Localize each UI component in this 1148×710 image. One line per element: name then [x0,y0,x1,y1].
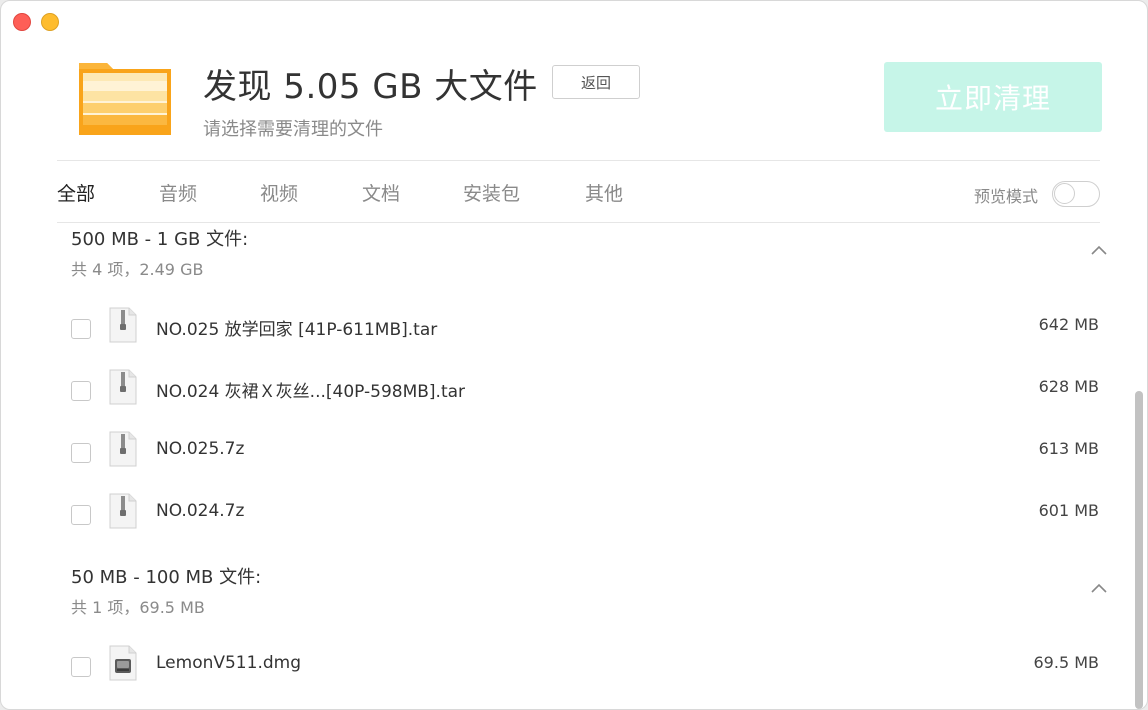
list-item: LemonV511.dmg 69.5 MB [1,643,1147,693]
file-size: 628 MB [1038,377,1099,396]
archive-file-icon [109,431,137,467]
archive-file-icon [109,369,137,405]
file-size: 613 MB [1038,439,1099,458]
list-item: NO.024 灰裙Ｘ灰丝...[40P-598MB].tar 628 MB [1,367,1147,417]
back-button[interactable]: 返回 [552,65,640,99]
tab-audio[interactable]: 音频 [159,179,197,206]
file-checkbox[interactable] [71,443,91,463]
app-window: 发现 5.05 GB 大文件 请选择需要清理的文件 返回 立即清理 全部 音频 … [0,0,1148,710]
toggle-knob [1054,183,1075,204]
file-name: LemonV511.dmg [156,653,301,673]
file-name: NO.025.7z [156,439,245,459]
clean-now-button[interactable]: 立即清理 [884,62,1102,132]
file-name: NO.024.7z [156,501,245,521]
tab-documents[interactable]: 文档 [362,179,400,206]
list-item: NO.025 放学回家 [41P-611MB].tar 642 MB [1,305,1147,355]
disk-image-file-icon [109,645,137,681]
list-item: NO.024.7z 601 MB [1,491,1147,541]
file-name: NO.024 灰裙Ｘ灰丝...[40P-598MB].tar [156,382,466,402]
tab-all[interactable]: 全部 [57,179,95,206]
tab-other[interactable]: 其他 [585,179,623,206]
archive-file-icon [109,493,137,529]
file-size: 601 MB [1038,501,1099,520]
file-checkbox[interactable] [71,657,91,677]
file-name: NO.025 放学回家 [41P-611MB].tar [156,320,438,340]
category-tabs: 全部 音频 视频 文档 安装包 其他 预览模式 [57,161,1102,223]
file-size: 69.5 MB [1033,653,1100,672]
page-title: 发现 5.05 GB 大文件 [203,67,538,107]
page-subtitle: 请选择需要清理的文件 [203,119,383,140]
preview-mode-label: 预览模式 [973,187,1038,206]
file-checkbox[interactable] [71,505,91,525]
preview-mode-toggle[interactable] [1052,181,1100,207]
group-summary: 共 4 项，2.49 GB [71,260,204,279]
file-list: 500 MB - 1 GB 文件: 共 4 项，2.49 GB NO.025 放… [1,223,1147,709]
tab-installers[interactable]: 安装包 [463,179,520,206]
file-checkbox[interactable] [71,381,91,401]
list-item: NO.025.7z 613 MB [1,429,1147,479]
chevron-up-icon[interactable] [1089,243,1109,257]
folder-icon [79,63,171,135]
group-title: 500 MB - 1 GB 文件: [71,229,249,250]
scrollbar[interactable] [1135,391,1143,709]
group-title: 50 MB - 100 MB 文件: [71,567,262,588]
file-checkbox[interactable] [71,319,91,339]
file-size: 642 MB [1038,315,1099,334]
archive-file-icon [109,307,137,343]
header: 发现 5.05 GB 大文件 请选择需要清理的文件 返回 立即清理 [1,1,1147,161]
group-summary: 共 1 项，69.5 MB [71,598,205,617]
chevron-up-icon[interactable] [1089,581,1109,595]
tab-video[interactable]: 视频 [260,179,298,206]
